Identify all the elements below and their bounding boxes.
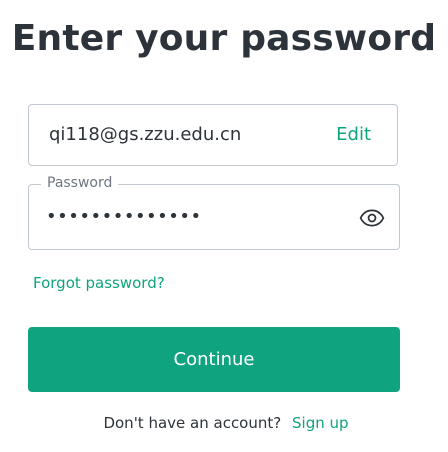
signup-prompt: Don't have an account? — [103, 414, 282, 432]
password-input[interactable]: •••••••••••••• — [46, 206, 202, 227]
edit-email-link[interactable]: Edit — [336, 124, 371, 145]
signup-row: Don't have an account? Sign up — [0, 414, 448, 432]
continue-button[interactable]: Continue — [28, 327, 400, 392]
signup-link[interactable]: Sign up — [292, 414, 349, 432]
page-title: Enter your password — [11, 18, 437, 59]
forgot-password-link[interactable]: Forgot password? — [33, 274, 165, 292]
email-display-field: qi118@gs.zzu.edu.cn Edit — [28, 104, 398, 166]
password-field[interactable]: Password •••••••••••••• — [28, 175, 400, 250]
email-value: qi118@gs.zzu.edu.cn — [49, 124, 242, 145]
eye-icon[interactable] — [359, 205, 385, 231]
password-label: Password — [41, 175, 119, 191]
